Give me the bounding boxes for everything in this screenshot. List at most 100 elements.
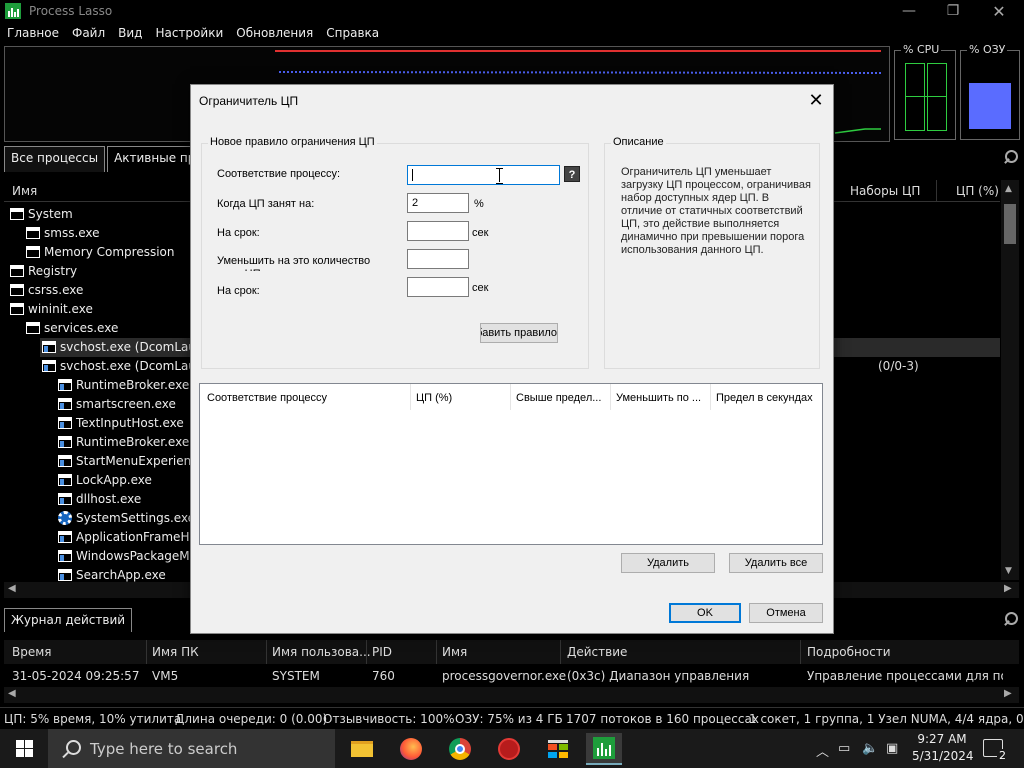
scroll-down-icon[interactable]: ▼ — [1005, 566, 1012, 576]
log-col-details[interactable]: Подробности — [807, 645, 891, 659]
tab-action-log[interactable]: Журнал действий — [4, 608, 133, 632]
list-col-above-limit[interactable]: Свыше предел... — [516, 392, 609, 404]
process-name: svchost.exe (DcomLaunc — [60, 339, 190, 354]
menu-help[interactable]: Справка — [326, 26, 379, 40]
new-rule-group: Новое правило ограничения ЦП Соответстви… — [201, 136, 589, 369]
chrome-icon[interactable] — [442, 733, 478, 765]
process-row[interactable]: svchost.exe (DcomLaunc — [42, 356, 190, 375]
process-row[interactable]: StartMenuExperience — [58, 451, 190, 470]
process-row[interactable]: ApplicationFrameHos — [58, 527, 190, 546]
process-row[interactable]: dllhost.exe — [58, 489, 141, 508]
scroll-right-icon[interactable]: ▶ — [1004, 583, 1012, 594]
process-window-icon — [10, 264, 24, 277]
duration-input[interactable] — [407, 221, 469, 241]
col-cpu-sets[interactable]: Наборы ЦП — [850, 184, 920, 198]
file-explorer-icon[interactable] — [344, 733, 380, 765]
log-col-pid[interactable]: PID — [372, 645, 392, 659]
menu-settings[interactable]: Настройки — [155, 26, 223, 40]
taskbar-search-icon — [62, 739, 81, 758]
process-name: csrss.exe — [28, 282, 84, 297]
language-icon[interactable]: ▣ — [886, 741, 898, 756]
log-col-user[interactable]: Имя пользова... — [272, 645, 371, 659]
process-name: smss.exe — [44, 225, 100, 240]
scroll-up-icon[interactable]: ▲ — [1005, 184, 1012, 194]
taskbar-search[interactable]: Type here to search — [48, 729, 335, 768]
cpu-threshold-input[interactable]: 2 — [407, 193, 469, 213]
store-icon[interactable] — [540, 733, 576, 765]
duration2-input[interactable] — [407, 277, 469, 297]
process-row[interactable]: LockApp.exe — [58, 470, 152, 489]
tab-all-processes[interactable]: Все процессы — [4, 146, 106, 172]
list-col-reduce[interactable]: Уменьшить по ... — [616, 392, 709, 404]
log-col-action[interactable]: Действие — [567, 645, 627, 659]
log-search-icon[interactable] — [1004, 612, 1018, 626]
col-cpu-pct[interactable]: ЦП (%) — [956, 184, 999, 198]
log-pc: VM5 — [152, 669, 179, 683]
menu-file[interactable]: Файл — [72, 26, 105, 40]
list-col-cpu[interactable]: ЦП (%) — [416, 392, 510, 404]
cancel-button[interactable]: Отмена — [749, 603, 823, 623]
process-row[interactable]: smartscreen.exe — [58, 394, 176, 413]
menu-updates[interactable]: Обновления — [236, 26, 313, 40]
description-text: Ограничитель ЦП уменьшает загрузку ЦП пр… — [621, 166, 811, 256]
process-name: dllhost.exe — [76, 491, 142, 506]
rules-list[interactable]: Соответствие процессу ЦП (%) Свыше преде… — [199, 383, 823, 545]
log-scroll-left-icon[interactable]: ◀ — [8, 688, 16, 699]
log-scroll-right-icon[interactable]: ▶ — [1004, 688, 1012, 699]
log-hscroll[interactable]: ◀ ▶ — [4, 687, 1019, 703]
close-window-button[interactable]: ✕ — [976, 0, 1022, 22]
firefox-icon[interactable] — [393, 733, 429, 765]
log-action: (0x3c) Диапазон управления — [567, 669, 750, 683]
log-col-time[interactable]: Время — [12, 645, 52, 659]
tab-active-processes[interactable]: Активные проце — [107, 146, 200, 172]
process-row[interactable]: Registry — [10, 261, 77, 280]
taskbar-clock[interactable]: 9:27 AM 5/31/2024 — [912, 731, 974, 765]
process-name: LockApp.exe — [76, 472, 152, 487]
scroll-thumb[interactable] — [1004, 204, 1016, 244]
search-icon[interactable] — [1004, 150, 1018, 164]
scroll-left-icon[interactable]: ◀ — [8, 583, 16, 594]
ok-button[interactable]: OK — [669, 603, 741, 623]
process-name: Memory Compression — [44, 244, 175, 259]
match-process-input[interactable] — [407, 165, 560, 185]
col-name[interactable]: Имя — [12, 184, 37, 198]
process-list-vscroll[interactable]: ▲ ▼ — [1001, 180, 1019, 580]
list-col-match[interactable]: Соответствие процессу — [207, 392, 407, 404]
log-col-name[interactable]: Имя — [442, 645, 467, 659]
add-rule-button[interactable]: Добавить правило — [480, 323, 558, 343]
process-row[interactable]: System — [10, 204, 73, 223]
dialog-close-icon[interactable]: ✕ — [805, 89, 827, 111]
process-row[interactable]: SystemSettings.exe — [58, 508, 190, 527]
maximize-button[interactable]: ❐ — [930, 0, 976, 22]
tray-chevron-up-icon[interactable]: ︿ — [816, 741, 829, 760]
process-row[interactable]: RuntimeBroker.exe — [58, 432, 189, 451]
process-row[interactable]: TextInputHost.exe — [58, 413, 184, 432]
process-row[interactable]: Memory Compression — [26, 242, 174, 261]
minimize-button[interactable]: — — [886, 0, 932, 22]
log-col-pc[interactable]: Имя ПК — [152, 645, 199, 659]
process-row[interactable]: smss.exe — [26, 223, 100, 242]
process-lasso-taskbar-icon[interactable] — [586, 733, 622, 765]
notification-icon[interactable]: 2 — [983, 739, 1008, 762]
app-red-icon[interactable] — [491, 733, 527, 765]
delete-button[interactable]: Удалить — [621, 553, 715, 573]
duration-label: На срок: — [217, 227, 260, 239]
log-row[interactable]: 31-05-2024 09:25:57 VM5 SYSTEM 760 proce… — [4, 664, 1019, 686]
list-col-limit-sec[interactable]: Предел в секундах — [716, 392, 820, 404]
windows-start-icon[interactable] — [16, 740, 33, 757]
process-window-icon — [58, 435, 72, 448]
process-row[interactable]: svchost.exe (DcomLaunc — [42, 337, 190, 356]
process-row[interactable]: wininit.exe — [10, 299, 93, 318]
help-icon[interactable]: ? — [564, 166, 580, 182]
reduce-cores-input[interactable] — [407, 249, 469, 269]
process-row[interactable]: WindowsPackageMar — [58, 546, 190, 565]
volume-icon[interactable]: 🔈 — [862, 741, 878, 756]
delete-all-button[interactable]: Удалить все — [729, 553, 823, 573]
menu-main[interactable]: Главное — [7, 26, 59, 40]
menu-view[interactable]: Вид — [118, 26, 142, 40]
process-row[interactable]: services.exe — [26, 318, 118, 337]
process-row[interactable]: RuntimeBroker.exe — [58, 375, 189, 394]
network-icon[interactable]: ▭ — [838, 741, 850, 756]
process-row[interactable]: csrss.exe — [10, 280, 83, 299]
new-rule-group-title: Новое правило ограничения ЦП — [208, 136, 377, 148]
